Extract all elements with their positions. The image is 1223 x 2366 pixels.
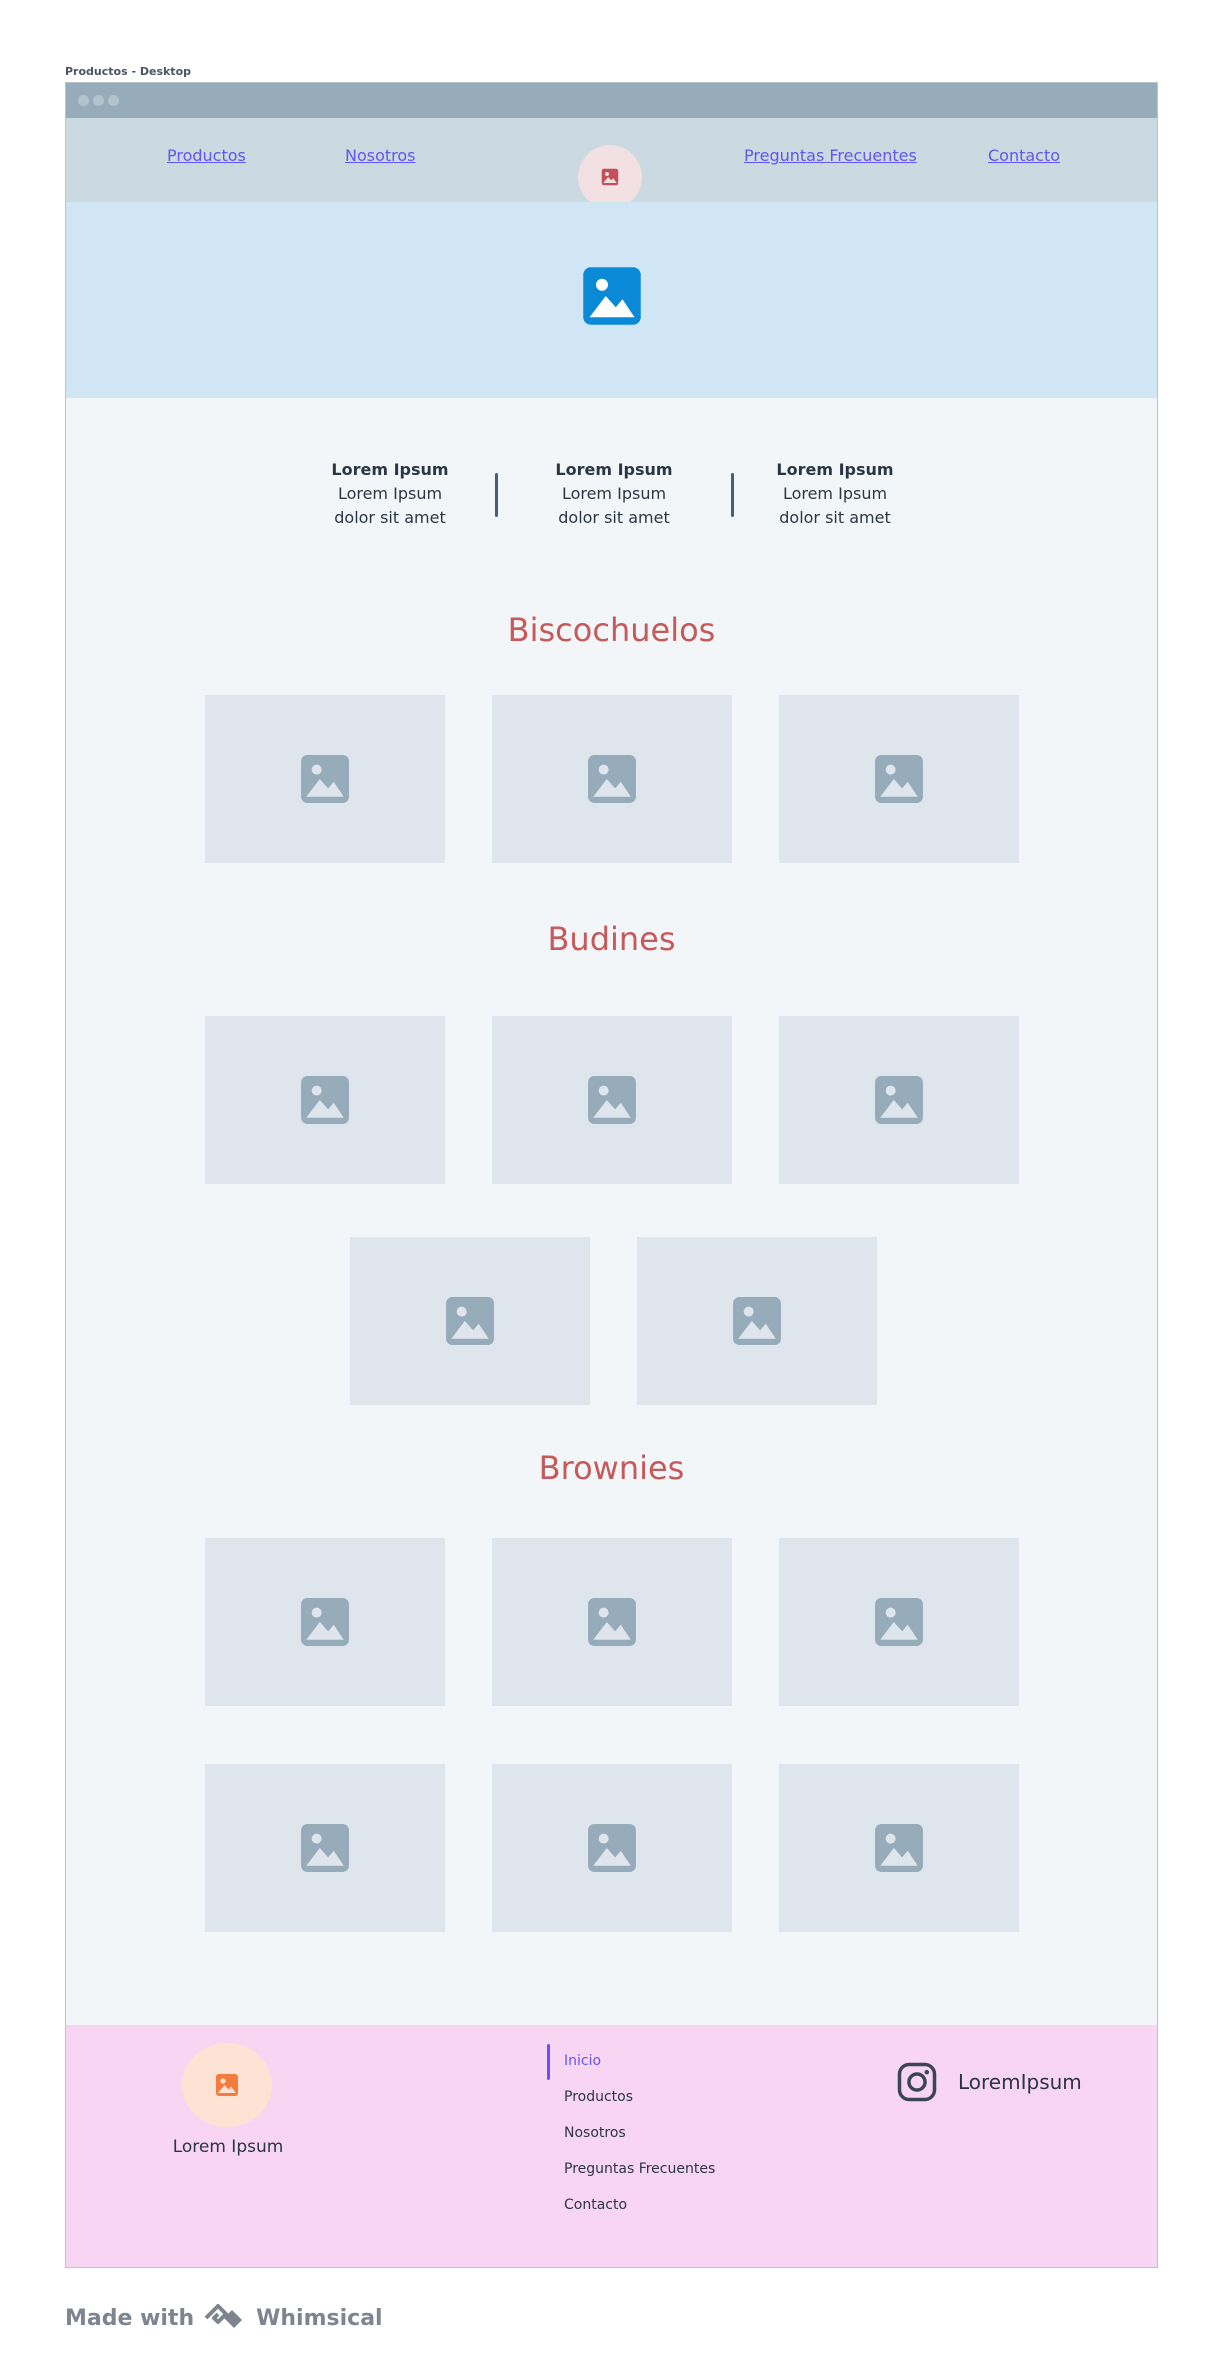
image-placeholder-icon [875,1598,923,1646]
product-image-budines[interactable] [637,1237,877,1405]
stat-line: Lorem Ipsum [561,484,667,503]
section-title-budines: Budines [547,920,676,958]
image-placeholder-icon [301,1076,349,1124]
stat-item: Lorem Ipsum Lorem Ipsum dolor sit amet [534,458,694,530]
product-image-budines[interactable] [492,1016,732,1184]
stat-line: Lorem Ipsum [337,484,443,503]
footer-link-productos[interactable]: Productos [564,2089,633,2105]
product-image-brownies[interactable] [779,1764,1019,1932]
image-placeholder-icon [875,755,923,803]
image-placeholder-icon [588,1598,636,1646]
product-image-budines[interactable] [205,1016,445,1184]
made-with-badge[interactable]: Made with Whimsical [65,2302,383,2334]
stat-line: dolor sit amet [334,508,446,527]
stat-item: Lorem Ipsum Lorem Ipsum dolor sit amet [310,458,470,530]
image-placeholder-icon [301,1598,349,1646]
active-indicator [547,2044,550,2080]
footer: Lorem Ipsum Inicio Productos Nosotros Pr… [66,2025,1157,2267]
footer-brand: Lorem Ipsum [172,2137,284,2157]
stat-line: dolor sit amet [558,508,670,527]
footer-logo[interactable] [182,2043,272,2127]
made-with-label: Made with [65,2305,195,2331]
product-image-brownies[interactable] [492,1538,732,1706]
product-image-biscochuelos[interactable] [205,695,445,863]
whimsical-logo-icon [204,2304,243,2328]
footer-link-contacto[interactable]: Contacto [564,2197,627,2213]
frame-label: Productos - Desktop [65,65,192,78]
image-placeholder-icon [588,755,636,803]
footer-link-nosotros[interactable]: Nosotros [564,2125,626,2141]
image-placeholder-icon [875,1076,923,1124]
stat-line: Lorem Ipsum [782,484,888,503]
nav-link-preguntas-frecuentes[interactable]: Preguntas Frecuentes [744,146,917,165]
window-dot [93,95,104,106]
stat-title: Lorem Ipsum [776,460,894,479]
stat-line: dolor sit amet [779,508,891,527]
image-placeholder-icon [733,1297,781,1345]
instagram-icon[interactable] [896,2061,938,2103]
image-icon [216,2074,238,2096]
section-title-brownies: Brownies [538,1449,685,1487]
nav-link-productos[interactable]: Productos [167,146,246,165]
section-title-biscochuelos: Biscochuelos [507,611,716,649]
product-image-budines[interactable] [350,1237,590,1405]
image-placeholder-icon [588,1076,636,1124]
product-image-brownies[interactable] [205,1538,445,1706]
hero-image-icon [583,267,641,325]
logo[interactable] [578,145,642,209]
product-image-biscochuelos[interactable] [779,695,1019,863]
window-dot [108,95,119,106]
image-placeholder-icon [301,755,349,803]
footer-link-inicio[interactable]: Inicio [564,2053,601,2069]
image-placeholder-icon [875,1824,923,1872]
product-image-brownies[interactable] [492,1764,732,1932]
window-dot [78,95,89,106]
nav-link-contacto[interactable]: Contacto [988,146,1060,165]
nav-link-nosotros[interactable]: Nosotros [345,146,416,165]
image-placeholder-icon [301,1824,349,1872]
product-image-biscochuelos[interactable] [492,695,732,863]
whimsical-brand: Whimsical [256,2305,383,2331]
stat-title: Lorem Ipsum [555,460,673,479]
desktop-frame: Productos Nosotros Preguntas Frecuentes … [65,82,1158,2268]
product-image-budines[interactable] [779,1016,1019,1184]
stat-divider [495,473,498,517]
image-icon [601,168,619,186]
image-placeholder-icon [446,1297,494,1345]
instagram-handle[interactable]: LoremIpsum [958,2070,1082,2094]
footer-link-preguntas-frecuentes[interactable]: Preguntas Frecuentes [564,2161,715,2177]
product-image-brownies[interactable] [205,1764,445,1932]
product-image-brownies[interactable] [779,1538,1019,1706]
browser-chrome [66,83,1157,118]
image-placeholder-icon [588,1824,636,1872]
stat-title: Lorem Ipsum [331,460,449,479]
stat-divider [731,473,734,517]
stat-item: Lorem Ipsum Lorem Ipsum dolor sit amet [755,458,915,530]
